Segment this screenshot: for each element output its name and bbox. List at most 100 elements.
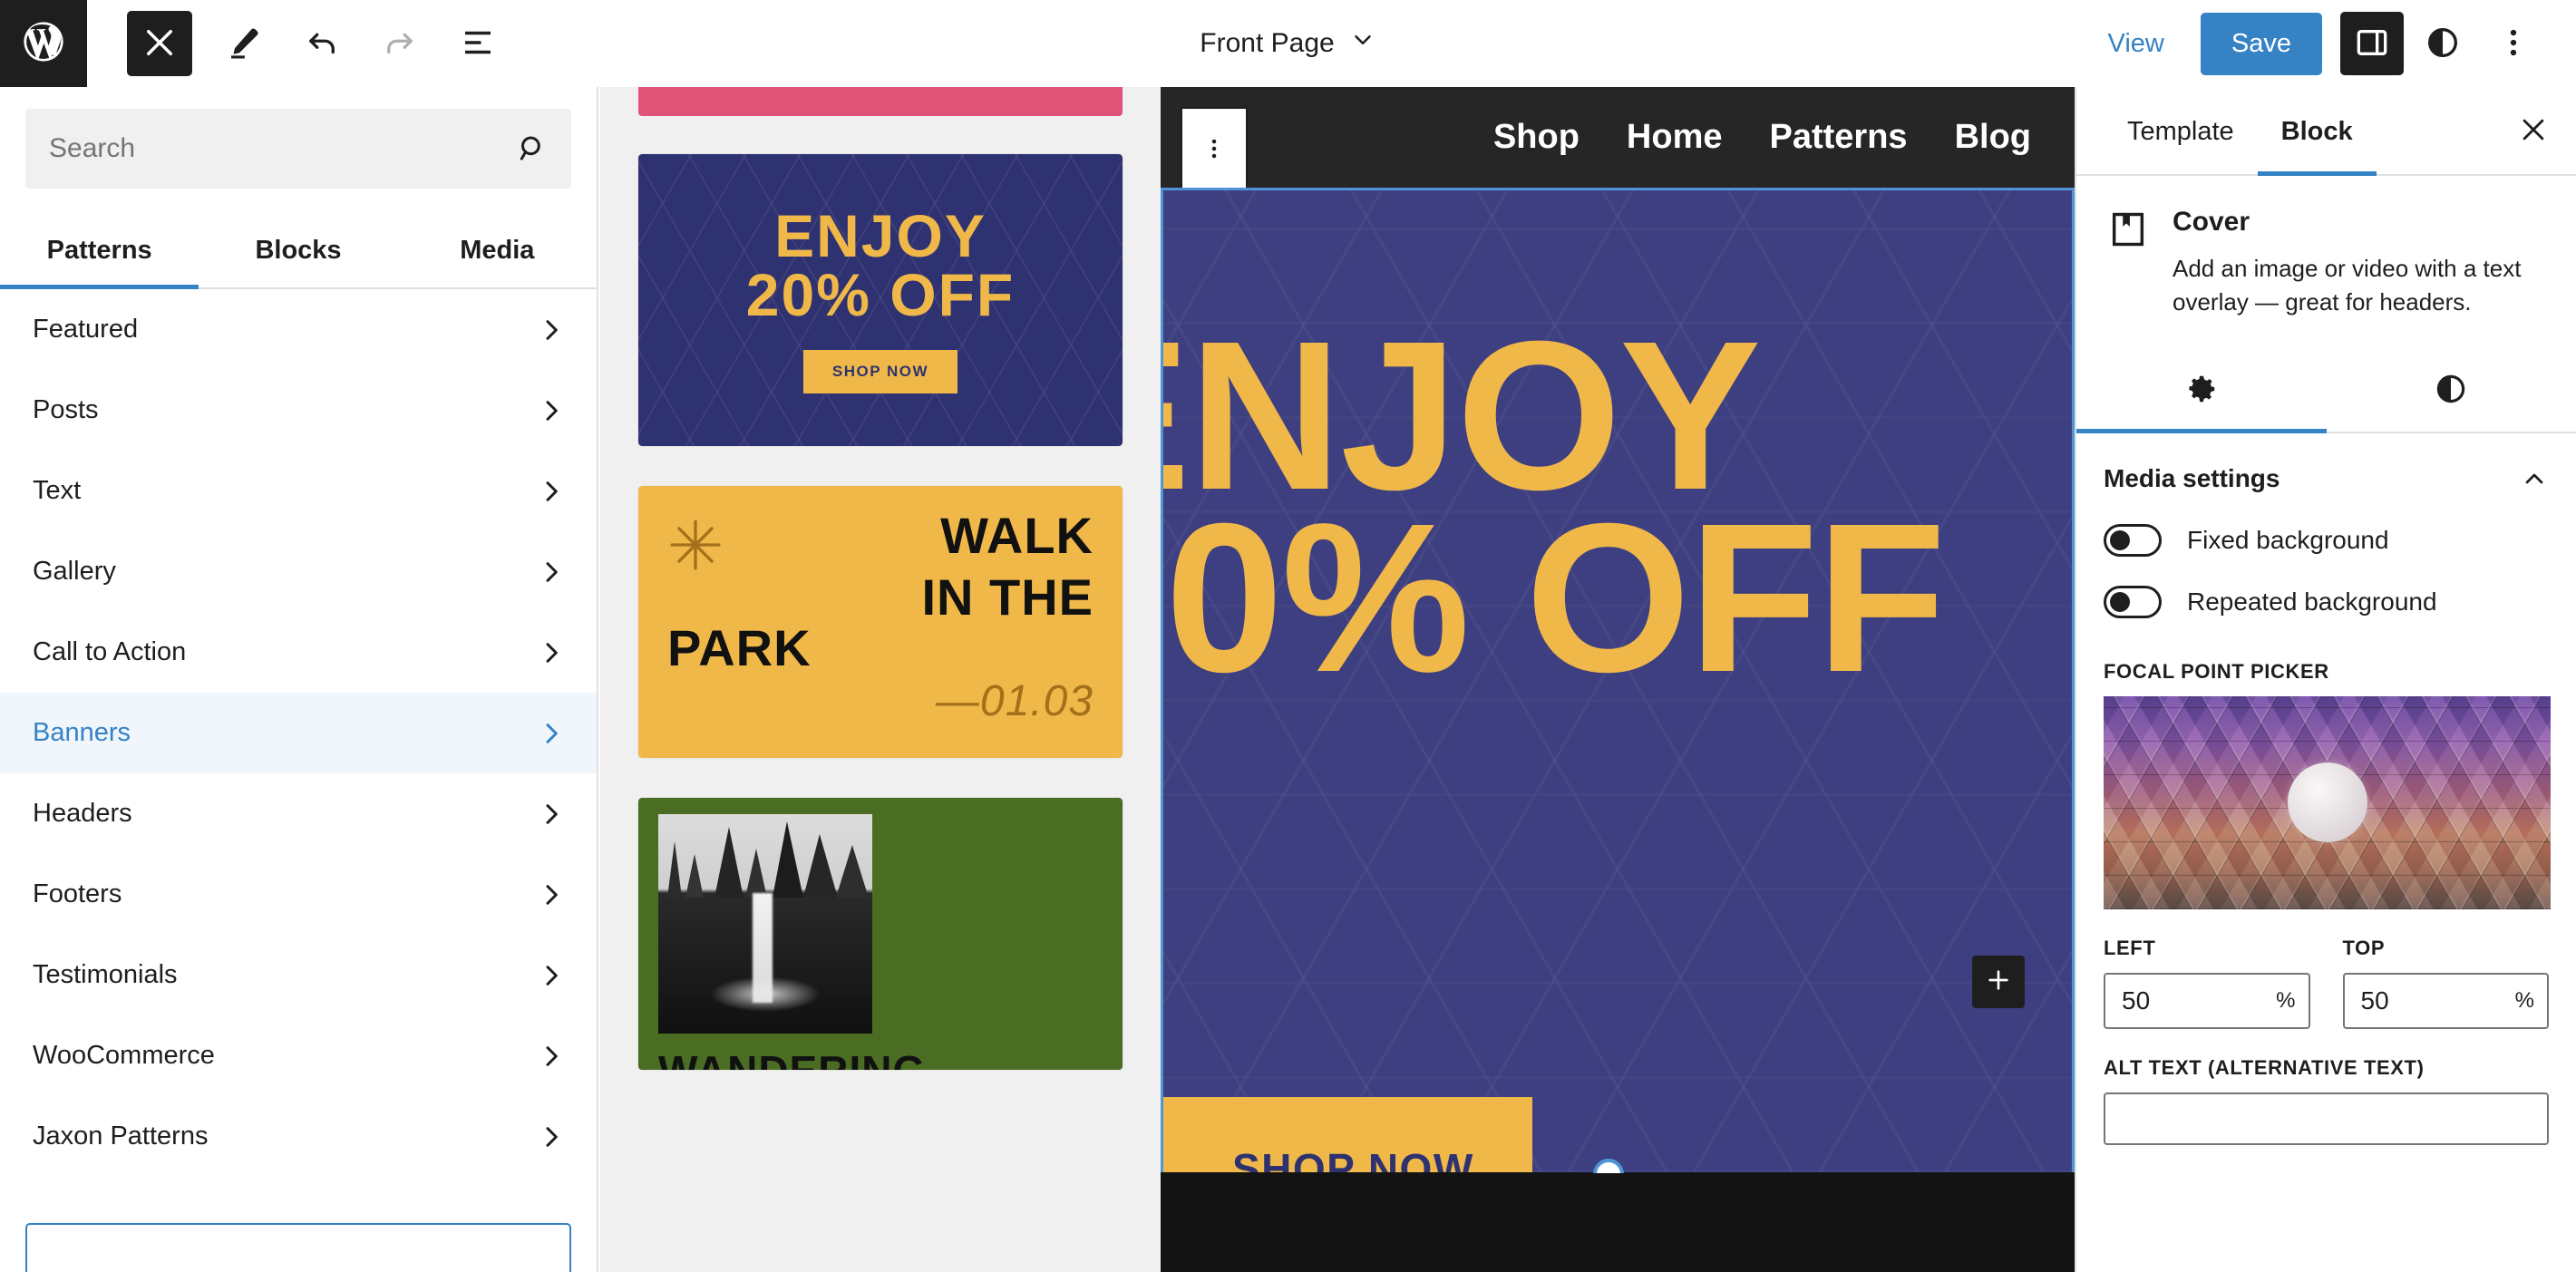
site-header-block[interactable]: Shop Home Patterns Blog <box>1161 87 2075 194</box>
block-inserter-sidebar: Patterns Blocks Media Featured Posts Tex… <box>0 87 598 1272</box>
redo-button[interactable] <box>361 5 439 83</box>
search-input[interactable] <box>25 109 571 189</box>
category-item-text[interactable]: Text <box>0 451 597 531</box>
media-settings-title: Media settings <box>2104 463 2280 492</box>
fixed-background-toggle[interactable] <box>2104 523 2162 557</box>
focal-point-picker-label: FOCAL POINT PICKER <box>2104 659 2329 683</box>
tab-template[interactable]: Template <box>2104 88 2258 174</box>
redo-arrow-icon <box>381 24 419 64</box>
fixed-background-label: Fixed background <box>2187 525 2389 554</box>
pattern-preview-walk-in-the-park[interactable]: WALK IN THE PARK —01.03 <box>638 486 1123 758</box>
focal-left-input[interactable] <box>2122 986 2271 1015</box>
settings-sidebar-icon <box>2354 24 2390 63</box>
category-item-woocommerce[interactable]: WooCommerce <box>0 1015 597 1096</box>
waterfall-pool <box>709 976 821 1012</box>
chevron-right-icon <box>537 880 566 909</box>
inserter-footer-button[interactable] <box>25 1223 571 1272</box>
category-item-posts[interactable]: Posts <box>0 370 597 451</box>
pattern-walk-line1: WALK <box>940 507 1094 564</box>
wordpress-logo-icon <box>20 18 67 70</box>
category-item-call-to-action[interactable]: Call to Action <box>0 612 597 693</box>
alt-text-input[interactable] <box>2104 1092 2549 1145</box>
pattern-walk-line3: PARK <box>667 618 812 676</box>
repeated-background-label: Repeated background <box>2187 587 2437 616</box>
category-item-gallery[interactable]: Gallery <box>0 531 597 612</box>
focal-top-input[interactable] <box>2360 986 2510 1015</box>
category-label: Text <box>33 476 82 505</box>
category-item-jaxon-patterns[interactable]: Jaxon Patterns <box>0 1096 597 1177</box>
tab-patterns[interactable]: Patterns <box>0 212 199 289</box>
nav-link-blog[interactable]: Blog <box>1955 118 2031 157</box>
media-settings-panel-header[interactable]: Media settings <box>2076 433 2576 510</box>
pattern-preview-partial-top[interactable] <box>638 87 1123 116</box>
document-title-button[interactable]: Front Page <box>1187 17 1388 70</box>
focal-top-label: TOP <box>2342 936 2386 959</box>
nav-link-patterns[interactable]: Patterns <box>1770 118 1908 157</box>
chevron-up-icon[interactable] <box>2520 464 2549 493</box>
gear-settings-icon <box>2184 372 2219 409</box>
document-list-view-button[interactable] <box>439 5 517 83</box>
block-settings-sidebar: Template Block Cover Add an image or vid… <box>2075 87 2576 1272</box>
eight-point-star-icon <box>667 517 724 573</box>
focal-point-handle[interactable] <box>2287 762 2367 843</box>
view-button[interactable]: View <box>2088 16 2184 72</box>
pattern-preview-enjoy[interactable]: ENJOY 20% OFF SHOP NOW <box>638 154 1123 446</box>
nav-link-shop[interactable]: Shop <box>1493 118 1580 157</box>
category-item-footers[interactable]: Footers <box>0 854 597 935</box>
cover-heading-line2: 20% OFF <box>1163 479 1946 717</box>
block-options-toolbar-button[interactable] <box>1181 107 1248 194</box>
cover-heading[interactable]: ENJOY 20% OFF <box>1163 309 1946 717</box>
site-footer-block[interactable] <box>1161 1172 2075 1272</box>
category-label: WooCommerce <box>33 1041 215 1070</box>
pattern-enjoy-line2: 20% OFF <box>745 261 1016 328</box>
search-box[interactable] <box>25 109 571 189</box>
tab-media[interactable]: Media <box>398 212 597 287</box>
category-label: Testimonials <box>33 960 178 989</box>
chevron-right-icon <box>537 1122 566 1151</box>
pattern-walk-date: —01.03 <box>935 676 1094 725</box>
chevron-right-icon <box>537 800 566 829</box>
fixed-background-row[interactable]: Fixed background <box>2076 510 2576 571</box>
close-editor-button[interactable] <box>127 11 192 76</box>
pattern-preview-column[interactable]: ENJOY 20% OFF SHOP NOW WALK IN THE PARK … <box>600 87 1161 1272</box>
category-item-headers[interactable]: Headers <box>0 773 597 854</box>
styles-button[interactable] <box>2411 12 2474 75</box>
category-item-testimonials[interactable]: Testimonials <box>0 935 597 1015</box>
save-button[interactable]: Save <box>2200 12 2322 75</box>
document-list-view-icon <box>459 24 497 64</box>
undo-button[interactable] <box>283 5 361 83</box>
add-block-button[interactable] <box>1972 956 2025 1008</box>
settings-subtab-bar <box>2076 350 2576 433</box>
plus-icon <box>1984 966 2013 999</box>
nav-link-home[interactable]: Home <box>1627 118 1723 157</box>
pattern-preview-wandering[interactable]: WANDERING <box>638 798 1123 1070</box>
category-label: Jaxon Patterns <box>33 1121 209 1151</box>
site-navigation: Shop Home Patterns Blog <box>1493 118 2075 157</box>
chevron-right-icon <box>537 396 566 425</box>
subtab-settings[interactable] <box>2076 350 2327 433</box>
tab-blocks[interactable]: Blocks <box>199 212 397 287</box>
tab-block[interactable]: Block <box>2257 88 2377 176</box>
kebab-more-options-icon <box>2495 24 2532 63</box>
subtab-styles[interactable] <box>2327 350 2576 432</box>
editor-canvas[interactable]: Shop Home Patterns Blog ENJOY 20% OFF SH… <box>1161 87 2075 1272</box>
repeated-background-row[interactable]: Repeated background <box>2076 571 2576 633</box>
repeated-background-toggle[interactable] <box>2104 585 2162 618</box>
edit-mode-button[interactable] <box>205 5 283 83</box>
category-item-featured[interactable]: Featured <box>0 289 597 370</box>
cover-block-selected[interactable]: ENJOY 20% OFF SHOP NOW <box>1161 188 2075 1176</box>
category-label: Call to Action <box>33 637 187 666</box>
cover-shop-now-button[interactable]: SHOP NOW <box>1163 1097 1532 1173</box>
close-settings-button[interactable] <box>2502 99 2565 162</box>
pattern-enjoy-line1: ENJOY <box>774 202 987 270</box>
chevron-right-icon <box>537 961 566 990</box>
wordpress-logo-button[interactable] <box>0 0 87 87</box>
category-item-banners[interactable]: Banners <box>0 693 597 773</box>
chevron-right-icon <box>537 1042 566 1071</box>
pattern-enjoy-button: SHOP NOW <box>802 349 958 393</box>
toolbar-right-group: View Save <box>2088 12 2576 75</box>
chevron-right-icon <box>537 316 566 345</box>
focal-point-picker[interactable] <box>2104 695 2551 909</box>
more-options-button[interactable] <box>2482 12 2545 75</box>
toggle-settings-sidebar-button[interactable] <box>2340 12 2404 75</box>
